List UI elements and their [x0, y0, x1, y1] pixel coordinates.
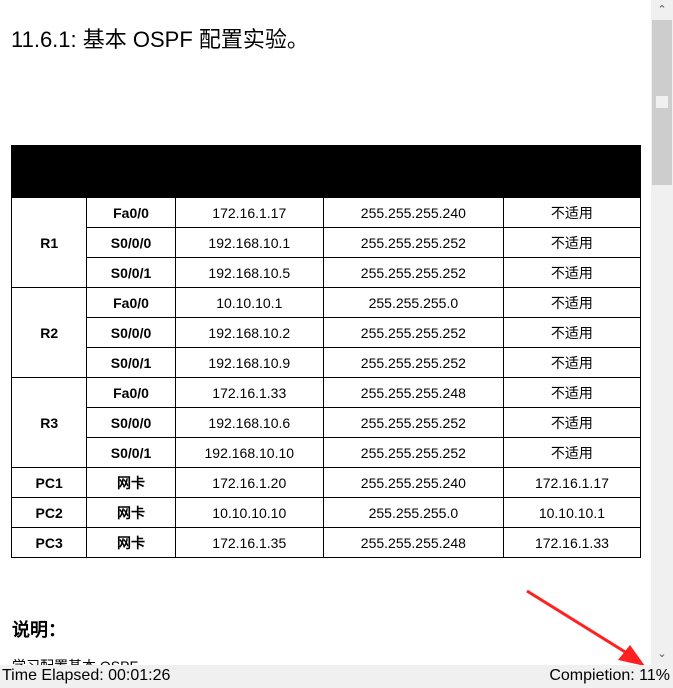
red-arrow-annotation — [526, 589, 645, 666]
status-bar: Time Elapsed: 00:01:26 Compietion: 11% — [0, 665, 673, 688]
time-elapsed: Time Elapsed: 00:01:26 — [2, 667, 171, 684]
completion: Compietion: 11% — [549, 667, 670, 684]
